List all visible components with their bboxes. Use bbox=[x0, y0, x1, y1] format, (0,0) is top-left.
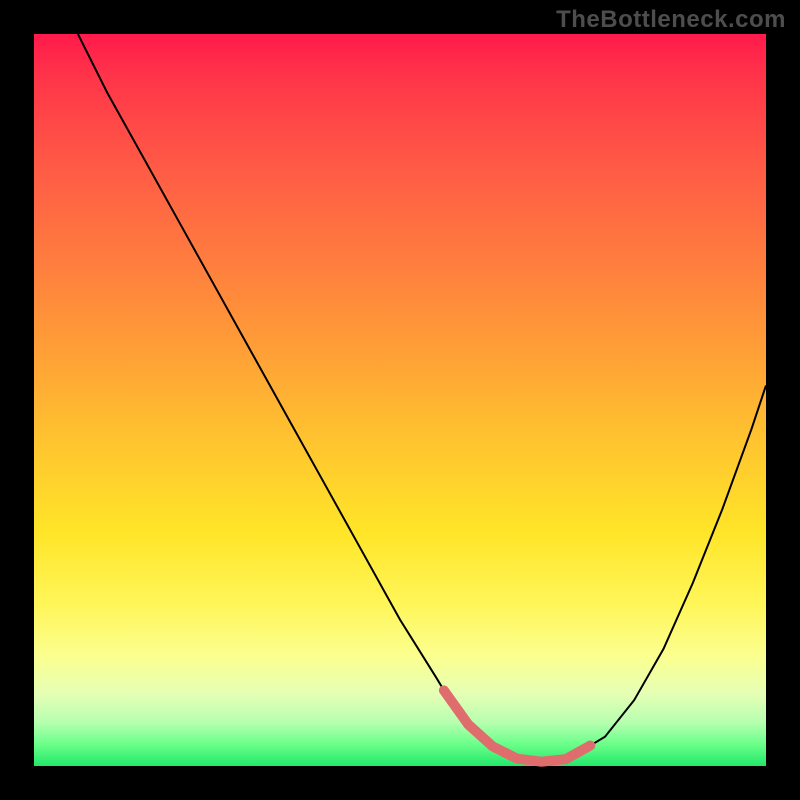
optimal-zone-marker bbox=[444, 690, 590, 761]
bottleneck-curve bbox=[78, 34, 766, 762]
curve-svg bbox=[34, 34, 766, 766]
chart-frame: TheBottleneck.com bbox=[0, 0, 800, 800]
plot-area bbox=[34, 34, 766, 766]
watermark-text: TheBottleneck.com bbox=[556, 6, 786, 34]
